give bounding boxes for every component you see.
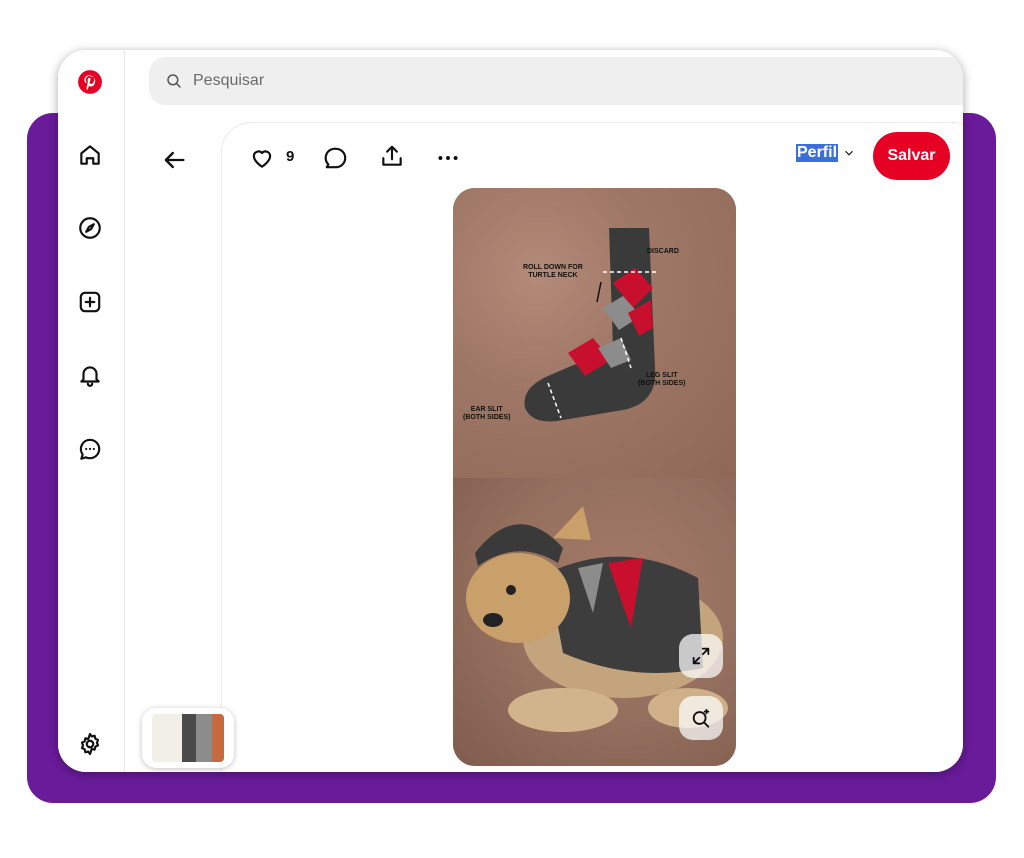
thumbnail-segment [196,714,212,762]
thumbnail-segment [182,714,196,762]
chevron-down-icon [845,150,853,156]
comment-button[interactable] [320,142,352,174]
compass-icon[interactable] [72,210,108,246]
board-select-label: Perfil [796,144,839,162]
lens-sparkle-icon [692,708,710,728]
sock-diagram-image: DISCARD ROLL DOWN FOR TURTLE NECK LEG SL… [453,188,736,478]
browser-window: 9 Perfil Salvar DISCARD [58,50,963,772]
bell-icon[interactable] [72,357,108,393]
pin-thumbnail-preview[interactable] [142,708,234,768]
more-options-button[interactable] [432,142,464,174]
ear-slit-label: EAR SLIT (BOTH SIDES) [463,406,511,421]
gear-icon[interactable] [72,726,108,762]
sock-illustration [524,228,658,422]
dog-photo-image [453,478,736,766]
search-input[interactable] [191,71,955,91]
pin-image[interactable]: DISCARD ROLL DOWN FOR TURTLE NECK LEG SL… [453,188,736,766]
home-icon[interactable] [72,137,108,173]
plus-square-icon[interactable] [72,284,108,320]
like-button[interactable] [246,142,278,174]
save-button[interactable]: Salvar [873,132,950,180]
thumbnail-segment [152,714,182,762]
sidebar [58,50,125,772]
ellipsis-icon [438,156,458,160]
share-icon [382,145,402,166]
chat-icon[interactable] [72,431,108,467]
share-button[interactable] [376,140,408,172]
like-count: 9 [286,148,295,165]
roll-down-label: ROLL DOWN FOR TURTLE NECK [523,264,583,279]
leg-slit-label: LEG SLIT (BOTH SIDES) [638,372,686,387]
visual-search-button[interactable] [679,696,723,740]
expand-button[interactable] [679,634,723,678]
search-icon [165,72,183,90]
board-select[interactable]: Perfil [796,144,856,162]
discard-label: DISCARD [647,248,679,255]
back-button[interactable] [154,140,194,180]
comment-icon [324,147,347,169]
search-bar[interactable] [149,57,963,105]
expand-icon [692,647,710,665]
heart-icon [252,150,272,168]
arrow-left-icon [164,151,185,169]
thumbnail-segment [212,714,224,762]
pinterest-logo-icon[interactable] [72,64,108,100]
